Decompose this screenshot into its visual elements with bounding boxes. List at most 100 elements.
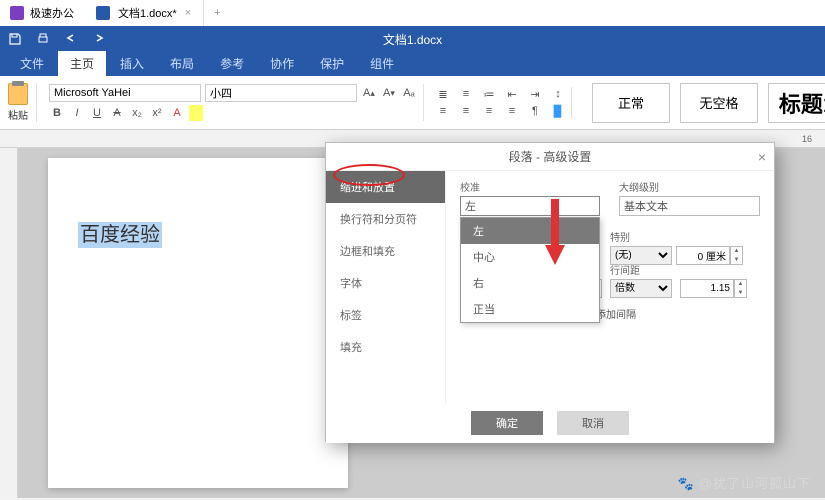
doc-icon xyxy=(96,6,110,20)
tab-collab[interactable]: 协作 xyxy=(258,51,306,76)
shading-icon[interactable]: ▉ xyxy=(551,104,565,118)
style-normal[interactable]: 正常 xyxy=(592,83,670,123)
increase-indent-icon[interactable]: ⇥ xyxy=(528,87,542,101)
tab-home[interactable]: 主页 xyxy=(58,51,106,76)
align-right-icon[interactable]: ≡ xyxy=(482,104,496,118)
tab-insert[interactable]: 插入 xyxy=(108,51,156,76)
align-label: 校准 xyxy=(460,179,601,194)
special-indent-spinner[interactable]: ▲▼ xyxy=(676,246,743,265)
page[interactable]: 百度经验 xyxy=(48,158,348,488)
vertical-ruler[interactable] xyxy=(0,148,18,498)
align-dropdown-list: 左 中心 右 正当 xyxy=(460,217,600,323)
font-group: A▴ A▾ Aₐ B I U A x₂ x² A xyxy=(43,84,424,121)
spin-up-icon[interactable]: ▲ xyxy=(731,247,742,256)
increase-font-icon[interactable]: A▴ xyxy=(361,85,377,101)
italic-button[interactable]: I xyxy=(69,105,85,121)
close-tab-icon[interactable]: × xyxy=(185,7,191,19)
linespacing-spinner[interactable]: ▲▼ xyxy=(680,279,747,298)
subscript-button[interactable]: x₂ xyxy=(129,105,145,121)
spin-down-icon[interactable]: ▼ xyxy=(731,256,742,265)
font-size-select[interactable] xyxy=(205,84,357,102)
undo-icon[interactable] xyxy=(64,32,78,46)
side-item-fill[interactable]: 填充 xyxy=(326,331,445,363)
document-tab-name: 文档1.docx* xyxy=(118,5,177,21)
spin-up-icon[interactable]: ▲ xyxy=(735,280,746,289)
app-title-bar: 极速办公 文档1.docx* × + xyxy=(0,0,825,26)
show-marks-icon[interactable]: ¶ xyxy=(528,104,542,118)
dialog-main: 校准 左 大纲级别 基本文本 左 中心 右 正当 特别 (无) xyxy=(446,171,774,403)
paste-group[interactable]: 粘贴 xyxy=(8,83,37,122)
dialog-close-icon[interactable]: × xyxy=(758,149,766,165)
bullets-icon[interactable]: ≣ xyxy=(436,87,450,101)
linespacing-input[interactable] xyxy=(680,279,734,298)
app-brand-icon xyxy=(10,6,24,20)
decrease-indent-icon[interactable]: ⇤ xyxy=(505,87,519,101)
align-option-center[interactable]: 中心 xyxy=(461,244,599,270)
tab-protect[interactable]: 保护 xyxy=(308,51,356,76)
special-label: 特别 xyxy=(610,229,760,244)
special-indent-input[interactable] xyxy=(676,246,730,265)
strikethrough-button[interactable]: A xyxy=(109,105,125,121)
align-center-icon[interactable]: ≡ xyxy=(459,104,473,118)
selected-text[interactable]: 百度经验 xyxy=(78,222,162,248)
document-tab[interactable]: 文档1.docx* × xyxy=(84,0,204,26)
quick-access-bar: 文档1.docx xyxy=(0,26,825,52)
align-option-right[interactable]: 右 xyxy=(461,270,599,296)
tab-reference[interactable]: 参考 xyxy=(208,51,256,76)
side-item-border[interactable]: 边框和填充 xyxy=(326,235,445,267)
ruler-right-number: 16 xyxy=(799,134,815,144)
linespacing-mode[interactable]: 倍数 xyxy=(610,279,672,298)
paragraph-group: ≣ ≡ ≔ ⇤ ⇥ ↕ ≡ ≡ ≡ ≡ ¶ ▉ xyxy=(430,87,572,118)
underline-button[interactable]: U xyxy=(89,105,105,121)
align-option-left[interactable]: 左 xyxy=(461,218,599,244)
style-heading1[interactable]: 标题1 xyxy=(768,83,825,123)
tab-component[interactable]: 组件 xyxy=(358,51,406,76)
tab-layout[interactable]: 布局 xyxy=(158,51,206,76)
outline-label: 大纲级别 xyxy=(619,179,760,194)
style-nospace[interactable]: 无空格 xyxy=(680,83,758,123)
style-gallery: 正常 无空格 标题1 xyxy=(578,83,825,123)
font-color-button[interactable]: A xyxy=(169,105,185,121)
align-left-icon[interactable]: ≡ xyxy=(436,104,450,118)
add-tab-button[interactable]: + xyxy=(204,7,230,19)
highlight-button[interactable] xyxy=(189,105,203,121)
ribbon: 粘贴 A▴ A▾ Aₐ B I U A x₂ x² A ≣ ≡ ≔ ⇤ ⇥ ↕ xyxy=(0,76,825,130)
align-option-justify[interactable]: 正当 xyxy=(461,296,599,322)
bold-button[interactable]: B xyxy=(49,105,65,121)
paste-label: 粘贴 xyxy=(8,107,28,122)
side-item-break[interactable]: 换行符和分页符 xyxy=(326,203,445,235)
cancel-button[interactable]: 取消 xyxy=(557,411,629,435)
dialog-sidebar: 缩进和放置 换行符和分页符 边框和填充 字体 标签 填充 xyxy=(326,171,446,403)
dialog-title: 段落 - 高级设置 xyxy=(509,148,592,165)
align-justify-icon[interactable]: ≡ xyxy=(505,104,519,118)
dialog-header[interactable]: 段落 - 高级设置 × xyxy=(326,143,774,171)
side-item-indent[interactable]: 缩进和放置 xyxy=(326,171,445,203)
spin-down-icon[interactable]: ▼ xyxy=(735,289,746,298)
save-icon[interactable] xyxy=(8,32,22,46)
redo-icon[interactable] xyxy=(92,32,106,46)
numbering-icon[interactable]: ≡ xyxy=(459,87,473,101)
paw-icon: 🐾 xyxy=(678,476,695,492)
superscript-button[interactable]: x² xyxy=(149,105,165,121)
align-select[interactable]: 左 xyxy=(460,196,600,216)
app-brand: 极速办公 xyxy=(0,5,84,21)
paste-icon xyxy=(8,83,28,105)
tab-file[interactable]: 文件 xyxy=(8,51,56,76)
outline-select[interactable]: 基本文本 xyxy=(619,196,760,216)
ribbon-tabs: 文件 主页 插入 布局 参考 协作 保护 组件 xyxy=(0,52,825,76)
app-brand-name: 极速办公 xyxy=(30,5,74,21)
ok-button[interactable]: 确定 xyxy=(471,411,543,435)
window-title: 文档1.docx xyxy=(383,31,442,48)
dialog-footer: 确定 取消 xyxy=(326,403,774,443)
change-case-icon[interactable]: Aₐ xyxy=(401,85,417,101)
line-spacing-icon[interactable]: ↕ xyxy=(551,87,565,101)
multilevel-icon[interactable]: ≔ xyxy=(482,87,496,101)
side-item-tab[interactable]: 标签 xyxy=(326,299,445,331)
paragraph-dialog: 段落 - 高级设置 × 缩进和放置 换行符和分页符 边框和填充 字体 标签 填充… xyxy=(325,142,775,442)
decrease-font-icon[interactable]: A▾ xyxy=(381,85,397,101)
special-select[interactable]: (无) xyxy=(610,246,672,265)
font-family-select[interactable] xyxy=(49,84,201,102)
watermark: 🐾@扰了山河孤山下 xyxy=(678,473,811,492)
side-item-font[interactable]: 字体 xyxy=(326,267,445,299)
print-icon[interactable] xyxy=(36,32,50,46)
